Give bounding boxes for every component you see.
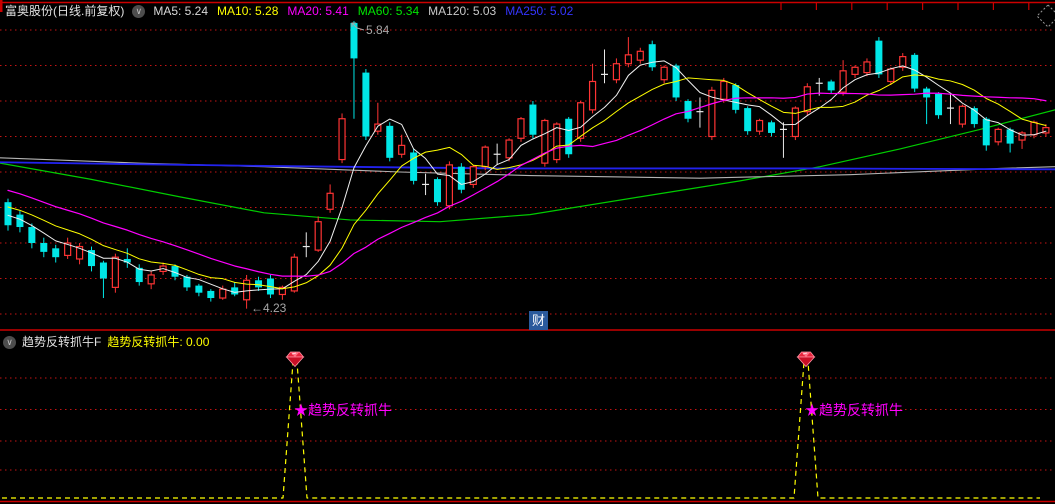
tdx-chart-window: 富奥股份(日线.前复权) ∨ MA5: 5.24 MA10: 5.28 MA20: … [0, 0, 1055, 504]
diamond-signal-icon [285, 351, 305, 368]
ma-line-ma60 [0, 109, 1055, 223]
high-price-label: 5.84 [366, 23, 390, 37]
indicator-header: ∨ 趋势反转抓牛F 趋势反转抓牛: 0.00 [3, 335, 209, 349]
ma-line-ma20 [7, 92, 1047, 277]
watermark-badge: 财 [529, 311, 548, 330]
ma-label-ma250: MA250: 5.02 [505, 4, 574, 18]
chevron-down-icon[interactable]: ∨ [3, 335, 16, 349]
low-price-label: ←4.23 [251, 301, 287, 315]
chart-canvas [0, 0, 1055, 503]
indicator-readout: 趋势反转抓牛: 0.00 [107, 335, 210, 349]
indicator-title: 趋势反转抓牛F [22, 335, 102, 349]
corner-diamond-icon [1036, 4, 1055, 28]
signal-star-label: ★趋势反转抓牛 [805, 402, 903, 418]
main-chart-header: 富奥股份(日线.前复权) ∨ MA5: 5.24 MA10: 5.28 MA20: … [5, 4, 573, 18]
ma-readouts: MA5: 5.24 MA10: 5.28 MA20: 5.41 MA60: 5.34 M… [153, 4, 573, 18]
ma-label-ma60: MA60: 5.34 [357, 4, 420, 18]
signal-star-label: ★趋势反转抓牛 [294, 402, 392, 418]
indicator-signal-line [2, 354, 1040, 499]
diamond-signal-icon [796, 351, 816, 368]
ma-label-ma10: MA10: 5.28 [217, 4, 279, 18]
ma-label-ma20: MA20: 5.41 [287, 4, 349, 18]
ma-label-ma120: MA120: 5.03 [428, 4, 497, 18]
frame-lines [0, 0, 1055, 503]
ma-line-ma10 [7, 74, 1047, 290]
ma-label-ma5: MA5: 5.24 [153, 4, 209, 18]
chevron-down-icon[interactable]: ∨ [132, 4, 146, 18]
stock-title: 富奥股份(日线.前复权) [5, 4, 125, 18]
